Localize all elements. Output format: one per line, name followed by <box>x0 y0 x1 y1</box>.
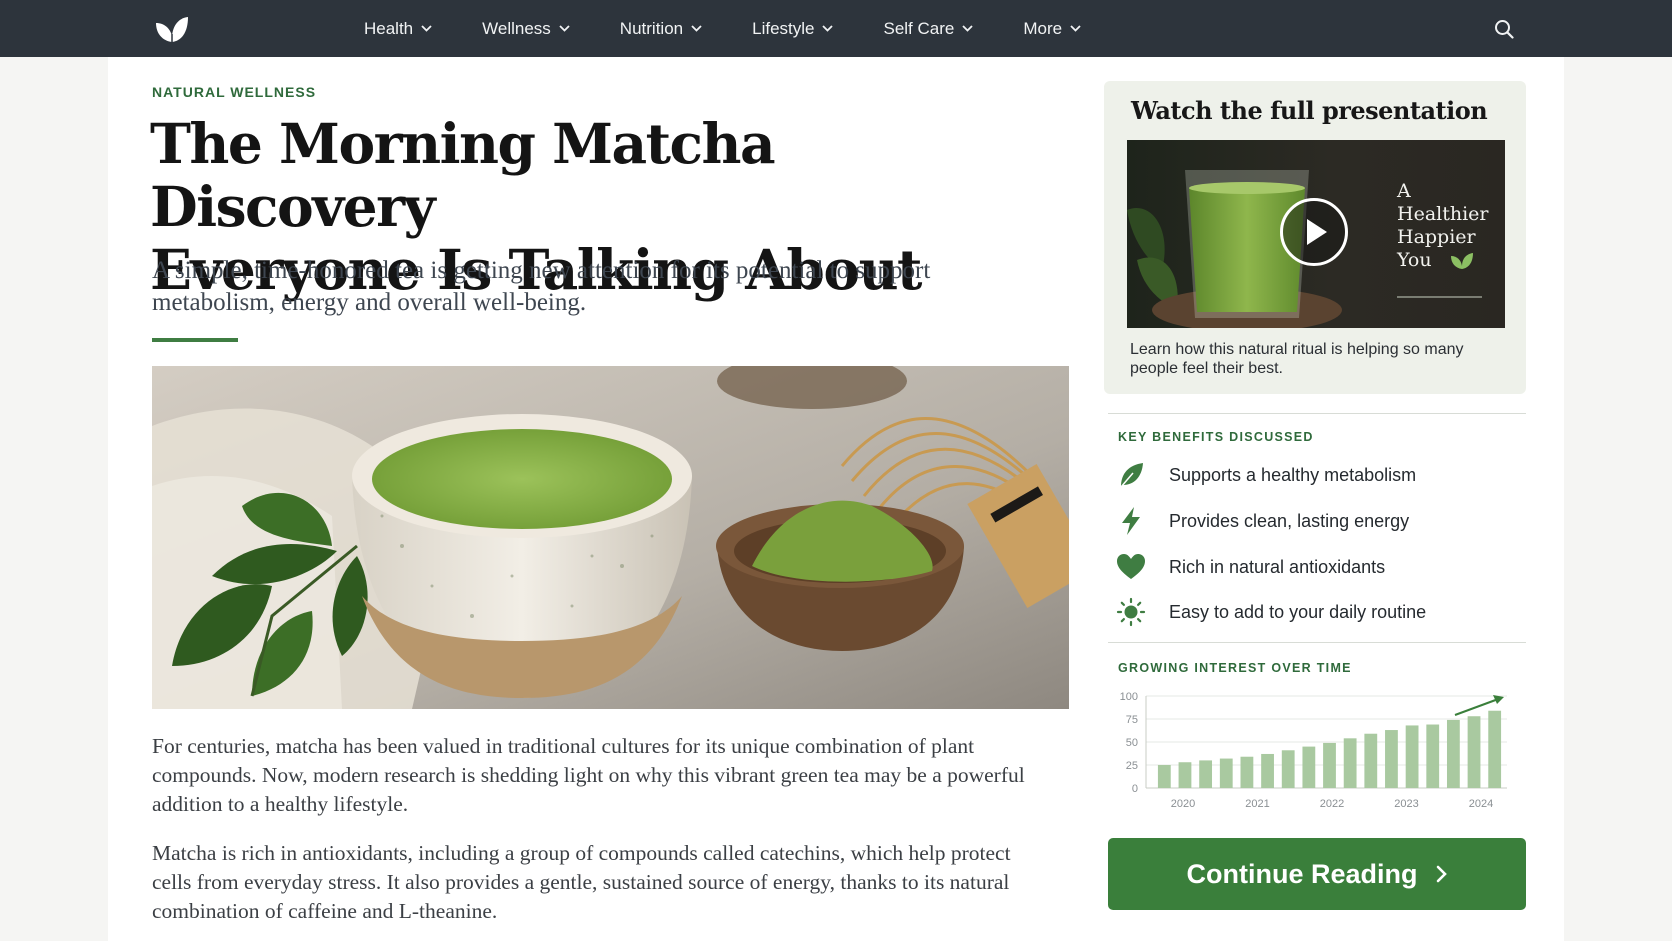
video-card-title: Watch the full presentation <box>1131 96 1488 125</box>
chart-bar <box>1446 719 1460 788</box>
chart-bar <box>1405 725 1419 788</box>
continue-reading-label: Continue Reading <box>1186 858 1418 889</box>
continue-reading-button[interactable]: Continue Reading <box>1108 838 1526 910</box>
main-menu: Health Wellness Nutrition Lifestyle Self… <box>364 0 1131 57</box>
chart-bar <box>1199 760 1213 788</box>
chart-bar <box>1364 733 1378 788</box>
nav-item-wellness[interactable]: Wellness <box>482 19 570 39</box>
nav-item-label: Lifestyle <box>752 18 815 38</box>
benefit-label: Provides clean, lasting energy <box>1169 510 1410 531</box>
nav-item-self-care[interactable]: Self Care <box>883 19 973 39</box>
small-leaf-icon <box>1450 253 1473 269</box>
chart-heading: GROWING INTEREST OVER TIME <box>1118 661 1352 675</box>
benefit-item: Easy to add to your daily routine <box>1114 595 1426 629</box>
article-category[interactable]: NATURAL WELLNESS <box>152 84 316 100</box>
article-paragraph: For centuries, matcha has been valued in… <box>152 734 1025 816</box>
chart-bar <box>1467 716 1481 788</box>
chart-bar <box>1488 710 1502 788</box>
overlay-line: Happier <box>1397 226 1476 248</box>
video-player[interactable]: A Healthier Happier You <box>1127 140 1505 328</box>
chart-bar <box>1426 724 1440 788</box>
chart-bar <box>1240 756 1254 788</box>
chevron-right-icon <box>1436 865 1447 883</box>
benefit-item: Supports a healthy metabolism <box>1114 458 1416 492</box>
hero-image-matcha <box>152 366 1069 709</box>
nav-item-label: More <box>1023 18 1063 38</box>
y-tick-label: 50 <box>1126 737 1138 749</box>
y-tick-label: 0 <box>1132 783 1138 795</box>
nav-item-label: Wellness <box>482 18 551 38</box>
leaf-logo-icon[interactable] <box>153 14 191 44</box>
chart-bar <box>1302 746 1316 788</box>
heart-icon <box>1114 550 1148 584</box>
overlay-line: Healthier <box>1397 203 1489 225</box>
search-icon[interactable] <box>1494 19 1514 39</box>
chart-bar <box>1219 758 1233 788</box>
overlay-line-text: You <box>1397 249 1432 271</box>
chart-bar <box>1281 750 1295 788</box>
headline-line: The Morning Matcha Discovery <box>150 111 776 239</box>
video-caption: Learn how this natural ritual is helping… <box>1130 341 1464 377</box>
y-tick-label: 100 <box>1120 691 1138 703</box>
top-navigation-bar: Health Wellness Nutrition Lifestyle Self… <box>0 0 1672 57</box>
chevron-down-icon <box>691 25 702 32</box>
chevron-down-icon <box>421 25 432 32</box>
play-button[interactable] <box>1280 198 1348 266</box>
chart-bar <box>1343 738 1357 788</box>
nav-item-nutrition[interactable]: Nutrition <box>620 19 702 39</box>
sidebar-divider <box>1108 413 1526 414</box>
article-subheading: A simple, time-honored tea is getting ne… <box>152 257 931 316</box>
benefit-item: Provides clean, lasting energy <box>1114 504 1409 538</box>
chart-bar <box>1385 730 1398 788</box>
benefit-item: Rich in natural antioxidants <box>1114 550 1385 584</box>
chart-bar <box>1323 742 1336 788</box>
accent-divider <box>152 338 238 342</box>
x-tick-label: 2020 <box>1171 798 1195 810</box>
leaf-icon <box>1114 458 1148 492</box>
x-tick-label: 2024 <box>1469 798 1493 810</box>
chevron-down-icon <box>822 25 834 32</box>
sidebar-divider <box>1108 642 1526 643</box>
x-tick-label: 2021 <box>1245 798 1269 810</box>
lightning-icon <box>1114 504 1148 538</box>
article-paragraph: Matcha is rich in antioxidants, includin… <box>152 841 1011 923</box>
video-overlay-text: A Healthier Happier You <box>1397 180 1489 272</box>
overlay-line: A <box>1397 180 1411 202</box>
matcha-bowl-illustration <box>152 366 1069 709</box>
y-tick-label: 75 <box>1126 714 1138 726</box>
nav-item-label: Health <box>364 18 414 38</box>
benefits-heading: KEY BENEFITS DISCUSSED <box>1118 430 1314 444</box>
nav-item-label: Self Care <box>883 18 955 38</box>
nav-item-health[interactable]: Health <box>364 19 432 39</box>
interest-bar-chart: 0 25 50 75 100 2020 2021 2022 2023 2024 <box>1120 691 1507 810</box>
overlay-line: You <box>1397 249 1489 272</box>
sun-icon <box>1114 595 1148 629</box>
chart-bar <box>1261 753 1274 788</box>
benefit-label: Supports a healthy metabolism <box>1169 464 1417 485</box>
benefit-label: Easy to add to your daily routine <box>1169 601 1427 622</box>
y-tick-label: 25 <box>1126 760 1138 772</box>
x-tick-label: 2022 <box>1320 798 1344 810</box>
nav-item-label: Nutrition <box>619 18 684 38</box>
chevron-down-icon <box>559 25 570 32</box>
x-tick-label: 2023 <box>1394 798 1418 810</box>
chart-bar <box>1157 765 1171 788</box>
benefit-label: Rich in natural antioxidants <box>1169 556 1386 577</box>
chevron-down-icon <box>962 25 973 32</box>
play-icon <box>1307 219 1327 245</box>
nav-item-more[interactable]: More <box>1023 19 1081 39</box>
nav-item-lifestyle[interactable]: Lifestyle <box>752 18 834 39</box>
chart-bar <box>1178 762 1192 788</box>
chevron-down-icon <box>1070 25 1081 32</box>
